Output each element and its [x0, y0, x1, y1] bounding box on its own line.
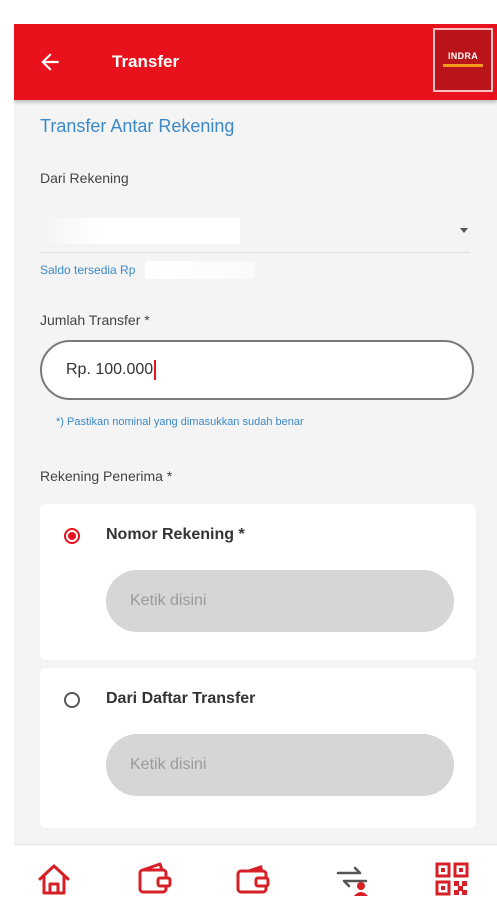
balance-value-mask [145, 261, 256, 279]
account-number-input[interactable]: Ketik disini [106, 570, 454, 632]
radio-account-number[interactable] [64, 528, 80, 544]
balance-label: Saldo tersedia Rp [40, 263, 136, 277]
from-account-label: Dari Rekening [40, 170, 129, 186]
nav-item-transfer[interactable] [322, 859, 382, 919]
amount-input[interactable]: Rp. 100.000 [40, 340, 474, 400]
qr-code-icon [435, 862, 469, 896]
nav-item-home[interactable] [24, 859, 84, 919]
transfer-icon [336, 866, 368, 896]
amount-hint: *) Pastikan nominal yang dimasukkan suda… [56, 416, 304, 428]
dropdown-arrow-icon [460, 228, 468, 233]
account-number-placeholder: Ketik disini [130, 592, 207, 609]
nav-item-payment[interactable] [222, 859, 282, 919]
recipient-label: Rekening Penerima * [40, 468, 173, 484]
page-title: Transfer [112, 52, 180, 71]
account-number-mask [40, 218, 240, 244]
back-button[interactable] [34, 46, 66, 78]
wallet-icon [138, 862, 172, 894]
phone-screen: Transfer INDRA Transfer Antar Rekening D… [14, 24, 497, 920]
option-account-number-label: Nomor Rekening * [106, 526, 245, 543]
option-account-number-card: Nomor Rekening * Ketik disini [40, 504, 476, 660]
app-bar: Transfer INDRA [14, 24, 497, 100]
from-account-select[interactable] [40, 212, 470, 253]
logo-text: INDRA [448, 51, 478, 61]
home-icon [38, 864, 70, 895]
amount-value: Rp. 100.000 [66, 361, 154, 378]
transfer-list-placeholder: Ketik disini [130, 756, 207, 773]
option-transfer-list-label: Dari Daftar Transfer [106, 690, 256, 707]
amount-label: Jumlah Transfer * [40, 312, 150, 328]
arrow-left-icon [41, 53, 59, 71]
section-title: Transfer Antar Rekening [40, 116, 235, 136]
available-balance: Saldo tersedia Rp [40, 260, 256, 280]
option-transfer-list-card: Dari Daftar Transfer Ketik disini [40, 668, 476, 828]
radio-transfer-list[interactable] [64, 692, 80, 708]
transfer-list-input[interactable]: Ketik disini [106, 734, 454, 796]
logo-bar [443, 64, 483, 67]
nav-item-qr[interactable] [422, 859, 482, 919]
bottom-navigation [14, 844, 497, 920]
text-cursor [154, 360, 157, 380]
bank-logo: INDRA [433, 28, 493, 92]
nav-item-wallet[interactable] [124, 859, 184, 919]
wallet-card-icon [236, 865, 270, 894]
